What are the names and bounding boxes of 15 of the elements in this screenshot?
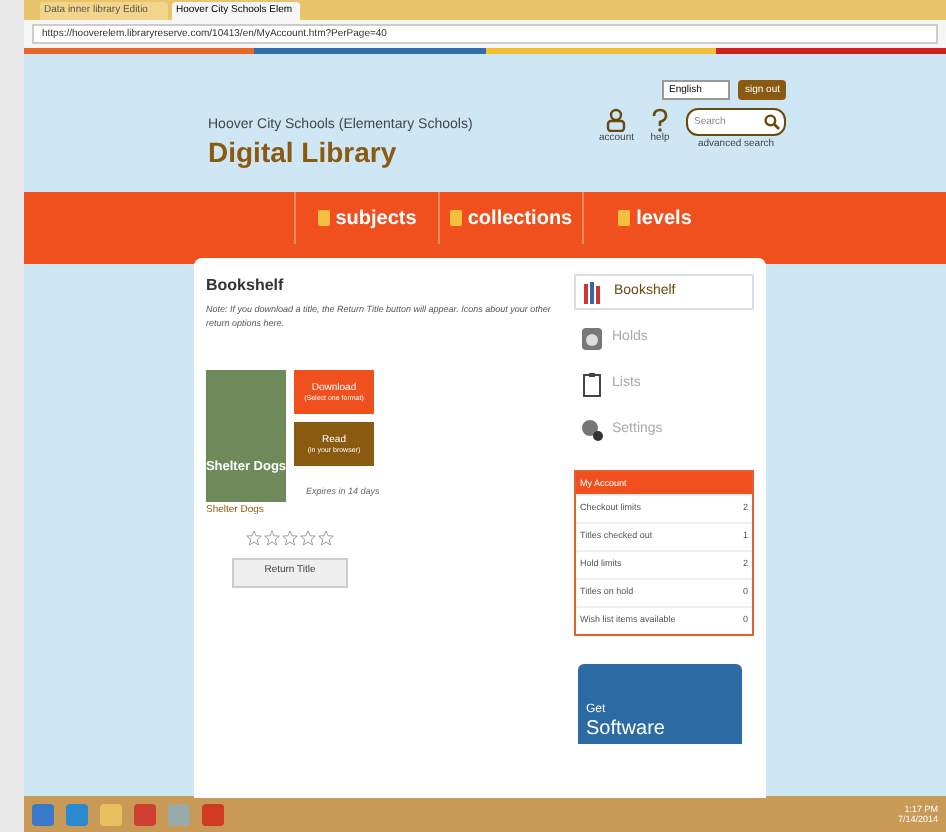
star-icon[interactable] [318,529,334,545]
star-icon[interactable] [282,529,298,545]
nav-link[interactable]: collections [438,192,582,244]
nav-link[interactable]: levels [582,192,726,244]
library-title: Digital Library [208,137,399,167]
question-mark-icon [650,108,670,132]
star-icon[interactable] [246,529,262,545]
clipboard-icon [580,371,604,397]
star-icon[interactable] [264,529,280,545]
books-icon [582,279,606,305]
nav-link[interactable]: subjects [294,192,438,244]
person-icon [606,108,627,132]
star-icon[interactable] [300,529,316,545]
search-icon[interactable] [764,114,780,130]
bookshelf-heading: Bookshelf [206,274,286,298]
